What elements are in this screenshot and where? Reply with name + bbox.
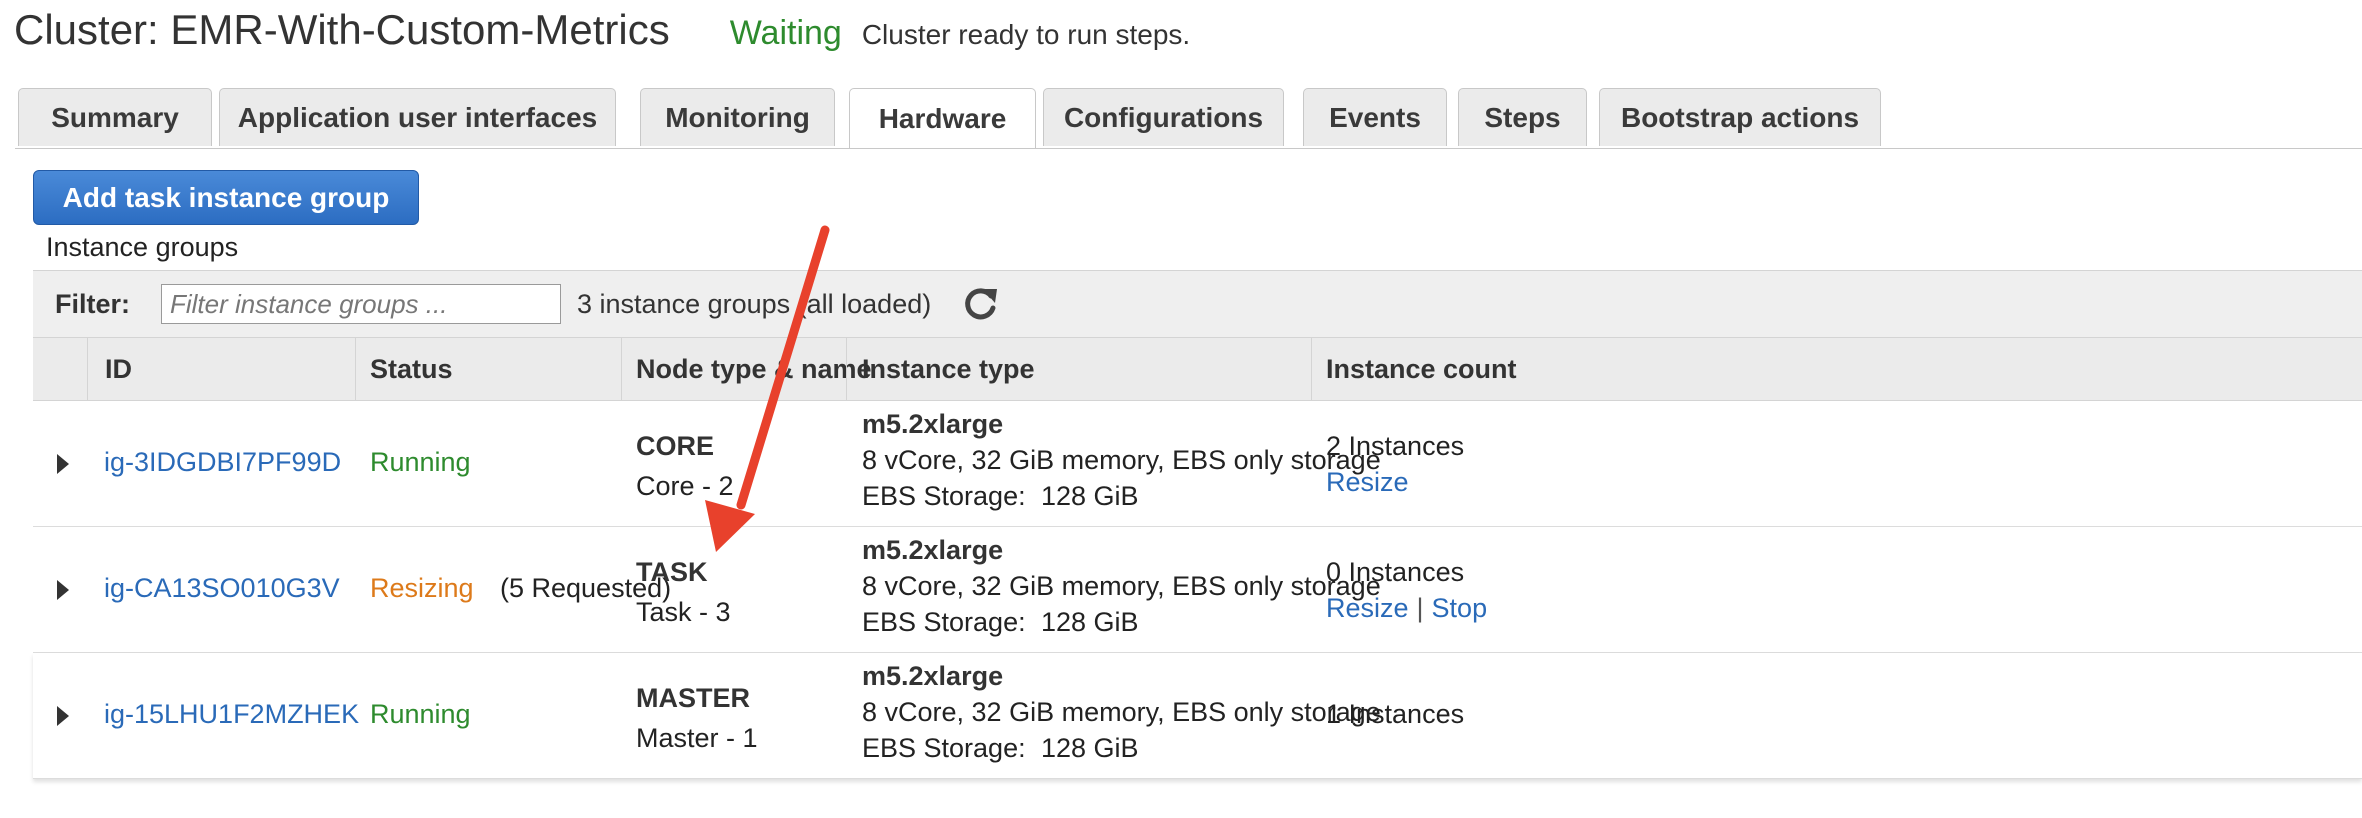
- cluster-status-message: Cluster ready to run steps.: [861, 19, 1191, 50]
- page-title: Cluster: EMR-With-Custom-Metrics: [14, 6, 670, 53]
- cluster-header: Cluster: EMR-With-Custom-Metrics Waiting…: [14, 6, 1190, 66]
- tab-monitoring[interactable]: Monitoring: [640, 88, 835, 146]
- instance-count: 1 Instances: [1326, 699, 1465, 729]
- refresh-icon[interactable]: [959, 283, 1001, 325]
- resize-link[interactable]: Resize: [1326, 593, 1409, 623]
- status-badge: Resizing: [370, 573, 474, 603]
- resize-link[interactable]: Resize: [1326, 467, 1409, 498]
- tab-application-user-interfaces[interactable]: Application user interfaces: [219, 88, 616, 146]
- filter-bar: Filter: 3 instance groups (all loaded): [33, 270, 2362, 338]
- section-title: Instance groups: [46, 232, 239, 262]
- filter-label: Filter:: [55, 289, 131, 319]
- tab-bar: Summary Application user interfaces Moni…: [15, 88, 2362, 149]
- instance-type: m5.2xlarge: [862, 661, 1004, 691]
- column-header-id[interactable]: ID: [105, 338, 132, 400]
- column-header-instance-type[interactable]: Instance type: [862, 338, 1035, 400]
- instance-type: m5.2xlarge: [862, 535, 1004, 565]
- ebs-storage-label: EBS Storage:: [862, 733, 1026, 763]
- table-header: ID Status Node type & name Instance type…: [33, 338, 2362, 401]
- status-badge: Running: [370, 447, 471, 477]
- instance-group-id-link[interactable]: ig-CA13SO010G3V: [104, 573, 340, 604]
- node-type: CORE: [636, 431, 715, 461]
- instance-group-count: 3 instance groups (all loaded): [577, 289, 932, 319]
- tab-bootstrap-actions[interactable]: Bootstrap actions: [1599, 88, 1881, 146]
- instance-spec: 8 vCore, 32 GiB memory, EBS only storage: [862, 445, 1381, 475]
- tab-configurations[interactable]: Configurations: [1043, 88, 1284, 146]
- node-type: TASK: [636, 557, 708, 587]
- node-name: Master - 1: [636, 723, 758, 753]
- instance-type: m5.2xlarge: [862, 409, 1004, 439]
- ebs-storage-label: EBS Storage:: [862, 481, 1026, 511]
- caret-right-icon[interactable]: [57, 705, 69, 726]
- column-header-node-type[interactable]: Node type & name: [636, 338, 872, 400]
- filter-input[interactable]: [161, 284, 561, 324]
- ebs-storage-value: 128 GiB: [1041, 607, 1139, 637]
- caret-right-icon[interactable]: [57, 453, 69, 474]
- column-header-status[interactable]: Status: [370, 338, 453, 400]
- tab-hardware[interactable]: Hardware: [849, 88, 1036, 148]
- row-actions: Resize | Stop: [1326, 593, 1487, 624]
- ebs-storage-value: 128 GiB: [1041, 481, 1139, 511]
- node-name: Core - 2: [636, 471, 734, 501]
- instance-spec: 8 vCore, 32 GiB memory, EBS only storage: [862, 697, 1381, 727]
- stop-link[interactable]: Stop: [1432, 593, 1488, 623]
- table-row: ig-CA13SO010G3V Resizing (5 Requested) T…: [33, 527, 2362, 653]
- status-badge: Running: [370, 699, 471, 729]
- tab-events[interactable]: Events: [1303, 88, 1447, 146]
- instance-group-id-link[interactable]: ig-3IDGDBI7PF99D: [104, 447, 341, 478]
- instance-spec: 8 vCore, 32 GiB memory, EBS only storage: [862, 571, 1381, 601]
- add-task-instance-group-button[interactable]: Add task instance group: [33, 170, 419, 225]
- column-header-instance-count[interactable]: Instance count: [1326, 338, 1517, 400]
- cluster-status: Waiting: [729, 14, 842, 52]
- tab-steps[interactable]: Steps: [1458, 88, 1587, 146]
- ebs-storage-value: 128 GiB: [1041, 733, 1139, 763]
- table-row: ig-15LHU1F2MZHEK Running MASTER Master -…: [33, 653, 2362, 779]
- instance-count: 2 Instances: [1326, 431, 1465, 461]
- ebs-storage-label: EBS Storage:: [862, 607, 1026, 637]
- tab-summary[interactable]: Summary: [18, 88, 212, 146]
- instance-group-id-link[interactable]: ig-15LHU1F2MZHEK: [104, 699, 359, 730]
- caret-right-icon[interactable]: [57, 579, 69, 600]
- node-name: Task - 3: [636, 597, 731, 627]
- instance-groups-table: ID Status Node type & name Instance type…: [33, 338, 2362, 779]
- instance-count: 0 Instances: [1326, 557, 1465, 587]
- action-separator: |: [1416, 593, 1424, 623]
- table-row: ig-3IDGDBI7PF99D Running CORE Core - 2 m…: [33, 401, 2362, 527]
- node-type: MASTER: [636, 683, 750, 713]
